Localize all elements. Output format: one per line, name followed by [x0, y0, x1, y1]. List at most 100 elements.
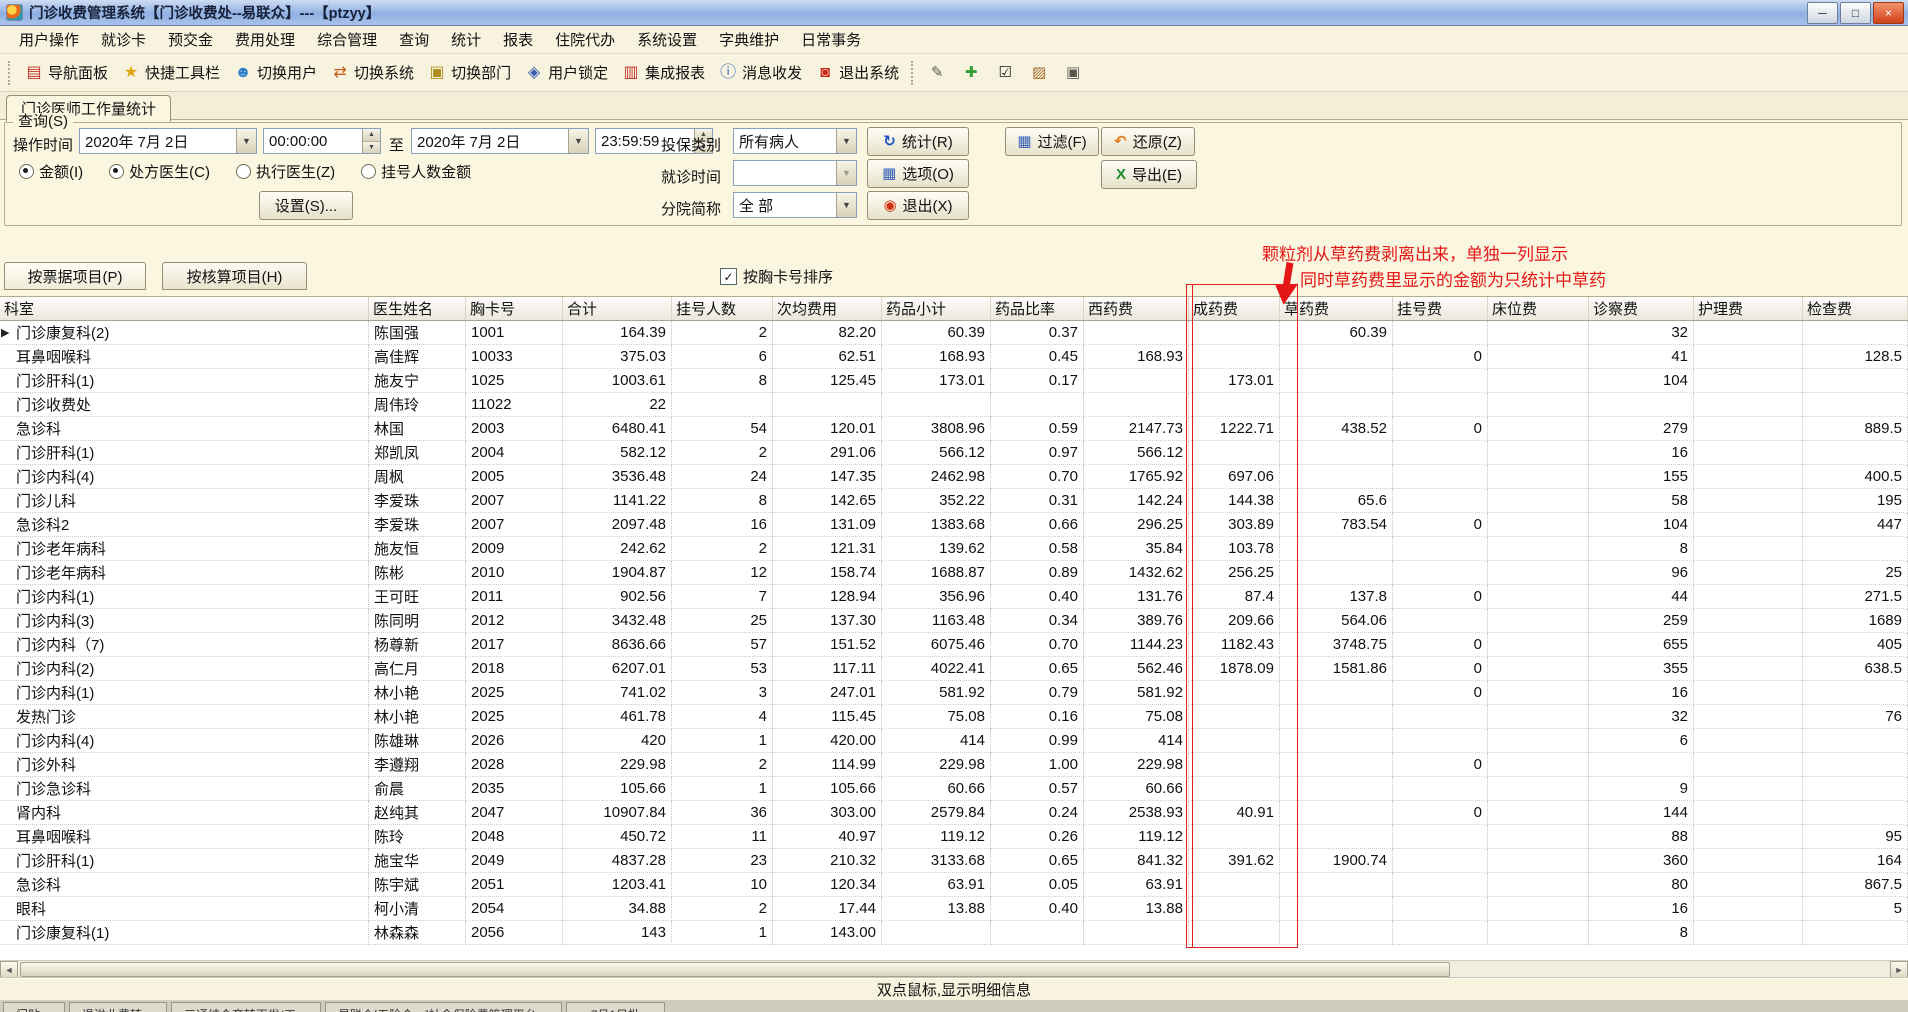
- toolbar-small-button[interactable]: ☑: [989, 60, 1021, 86]
- table-row[interactable]: 门诊急诊科 俞晨 2035 105.66 1 105.66 60.66 0.57 60.66 9: [0, 776, 1908, 801]
- table-row[interactable]: 门诊内科(1) 林小艳 2025 741.02 3 247.01 581.92 0.79 581…: [0, 680, 1908, 705]
- exit-button[interactable]: ◉ 退出(X): [867, 191, 969, 220]
- table-row[interactable]: 耳鼻咽喉科 陈玲 2048 450.72 11 40.97 119.12 0.26 119.12…: [0, 824, 1908, 849]
- taskbar-item[interactable]: 易联众[五险合一]社会保险费管理平台…: [325, 1002, 562, 1012]
- column-header-成药费[interactable]: 成药费: [1188, 297, 1280, 321]
- table-row[interactable]: 门诊内科(2) 高仁月 2018 6207.01 53 117.11 4022.41 0.65…: [0, 656, 1908, 681]
- column-header-科室[interactable]: 科室: [0, 297, 369, 321]
- dropdown-arrow-icon[interactable]: [836, 193, 856, 217]
- table-row[interactable]: 门诊康复科(1) 林森森 2056 143 1 143.00 8: [0, 920, 1908, 945]
- column-header-次均费用[interactable]: 次均费用: [772, 297, 882, 321]
- toolbar-button-集成报表[interactable]: ▥ 集成报表: [615, 58, 712, 87]
- toolbar-button-用户锁定[interactable]: ◈ 用户锁定: [518, 58, 615, 87]
- table-row[interactable]: 急诊科 陈宇斌 2051 1203.41 10 120.34 63.91 0.05 63.91 8…: [0, 872, 1908, 897]
- dropdown-arrow-icon[interactable]: [568, 129, 588, 153]
- table-row[interactable]: 门诊内科(4) 陈雄琳 2026 420 1 420.00 414 0.99 414 6: [0, 728, 1908, 753]
- column-header-医生姓名[interactable]: 医生姓名: [368, 297, 466, 321]
- table-row[interactable]: 门诊儿科 李爱珠 2007 1141.22 8 142.65 352.22 0.31 142.2…: [0, 488, 1908, 513]
- column-header-西药费[interactable]: 西药费: [1083, 297, 1189, 321]
- toolbar-small-button[interactable]: ✎: [921, 60, 953, 86]
- radio-执行医生(Z)[interactable]: 执行医生(Z): [236, 161, 335, 182]
- restore-button[interactable]: ↶ 还原(Z): [1101, 127, 1195, 156]
- table-row[interactable]: 门诊老年病科 施友恒 2009 242.62 2 121.31 139.62 0.58 35.8…: [0, 536, 1908, 561]
- table-row[interactable]: 急诊科2 李爱珠 2007 2097.48 16 131.09 1383.68 0.66 296…: [0, 512, 1908, 537]
- menu-item-日常事务[interactable]: 日常事务: [790, 25, 872, 54]
- menu-item-住院代办[interactable]: 住院代办: [544, 25, 626, 54]
- menu-item-预交金[interactable]: 预交金: [157, 25, 224, 54]
- table-row[interactable]: 门诊肝科(1) 施宝华 2049 4837.28 23 210.32 3133.68 0.65…: [0, 848, 1908, 873]
- h-scrollbar-thumb[interactable]: [20, 962, 1450, 977]
- time-from-spinner[interactable]: 00:00:00 ▲ ▼: [263, 128, 381, 154]
- date-to-picker[interactable]: 2020年 7月 2日: [411, 128, 589, 154]
- column-header-检查费[interactable]: 检查费: [1802, 297, 1908, 321]
- date-from-picker[interactable]: 2020年 7月 2日: [79, 128, 257, 154]
- toolbar-button-快捷工具栏[interactable]: ★ 快捷工具栏: [115, 58, 227, 87]
- radio-处方医生(C)[interactable]: 处方医生(C): [109, 161, 210, 182]
- table-row[interactable]: 门诊收费处 周伟玲 11022 22: [0, 392, 1908, 417]
- menu-item-就诊卡[interactable]: 就诊卡: [90, 25, 157, 54]
- table-row[interactable]: 门诊老年病科 陈彬 2010 1904.87 12 158.74 1688.87 0.89 14…: [0, 560, 1908, 585]
- table-row[interactable]: 耳鼻咽喉科 高佳辉 10033 375.03 6 62.51 168.93 0.45 168.9…: [0, 344, 1908, 369]
- table-row[interactable]: 发热门诊 林小艳 2025 461.78 4 115.45 75.08 0.16 75.08 32…: [0, 704, 1908, 729]
- taskbar-item[interactable]: 三通结合育转下发(工…: [171, 1002, 322, 1012]
- toolbar-button-切换部门[interactable]: ▣ 切换部门: [421, 58, 518, 87]
- table-row[interactable]: 门诊内科(3) 陈同明 2012 3432.48 25 137.30 1163.48 0.34…: [0, 608, 1908, 633]
- taskbar-item[interactable]: …7月1日批…: [565, 1002, 666, 1012]
- menu-item-系统设置[interactable]: 系统设置: [626, 25, 708, 54]
- column-header-胸卡号[interactable]: 胸卡号: [465, 297, 563, 321]
- column-header-挂号费[interactable]: 挂号费: [1392, 297, 1488, 321]
- options-button[interactable]: ▦ 选项(O): [867, 159, 969, 188]
- menu-item-费用处理[interactable]: 费用处理: [224, 25, 306, 54]
- visit-time-select[interactable]: [733, 160, 857, 186]
- tab-by-accounting-items[interactable]: 按核算项目(H): [162, 262, 307, 290]
- toolbar-button-切换用户[interactable]: ☻ 切换用户: [227, 58, 324, 87]
- insurance-type-select[interactable]: 所有病人: [733, 128, 857, 154]
- taskbar-item[interactable]: 退洪业费转…: [69, 1002, 168, 1012]
- toolbar-grip[interactable]: [8, 60, 13, 85]
- export-button[interactable]: X 导出(E): [1101, 160, 1197, 189]
- table-row[interactable]: 门诊内科(1) 王可旺 2011 902.56 7 128.94 356.96 0.40 131…: [0, 584, 1908, 609]
- toolbar-small-button[interactable]: ✚: [955, 60, 987, 86]
- column-header-床位费[interactable]: 床位费: [1487, 297, 1589, 321]
- column-header-药品小计[interactable]: 药品小计: [881, 297, 991, 321]
- table-row[interactable]: 门诊肝科(1) 施友宁 1025 1003.61 8 125.45 173.01 0.17 17…: [0, 368, 1908, 393]
- table-row[interactable]: 肾内科 赵纯其 2047 10907.84 36 303.00 2579.84 0.24 253…: [0, 800, 1908, 825]
- minimize-button[interactable]: ─: [1807, 1, 1838, 24]
- h-scrollbar[interactable]: ◄ ►: [0, 960, 1908, 978]
- toolbar-small-button[interactable]: ▨: [1023, 60, 1055, 86]
- maximize-button[interactable]: □: [1840, 1, 1871, 24]
- table-row[interactable]: 急诊科 林国 2003 6480.41 54 120.01 3808.96 0.59 2147.…: [0, 416, 1908, 441]
- column-header-诊察费[interactable]: 诊察费: [1588, 297, 1694, 321]
- dropdown-arrow-icon[interactable]: [236, 129, 256, 153]
- tab-by-invoice-items[interactable]: 按票据项目(P): [4, 262, 146, 290]
- radio-挂号人数金额[interactable]: 挂号人数金额: [361, 161, 471, 182]
- taskbar-item[interactable]: 门贴…: [3, 1002, 66, 1012]
- toolbar-grip-2[interactable]: [911, 60, 916, 85]
- toolbar-button-消息收发[interactable]: ⓘ 消息收发: [712, 58, 809, 87]
- branch-select[interactable]: 全 部: [733, 192, 857, 218]
- menu-item-报表[interactable]: 报表: [492, 25, 544, 54]
- scroll-left-button[interactable]: ◄: [0, 961, 18, 978]
- dropdown-arrow-icon[interactable]: [836, 129, 856, 153]
- menu-item-用户操作[interactable]: 用户操作: [8, 25, 90, 54]
- scroll-right-button[interactable]: ►: [1890, 961, 1908, 978]
- radio-金额(I)[interactable]: 金额(I): [19, 161, 83, 182]
- toolbar-button-导航面板[interactable]: ▤ 导航面板: [18, 58, 115, 87]
- table-row[interactable]: 门诊肝科(1) 郑凯凤 2004 582.12 2 291.06 566.12 0.97 566…: [0, 440, 1908, 465]
- close-button[interactable]: ×: [1873, 1, 1904, 24]
- menu-item-综合管理[interactable]: 综合管理: [306, 25, 388, 54]
- column-header-合计[interactable]: 合计: [562, 297, 672, 321]
- menu-item-字典维护[interactable]: 字典维护: [708, 25, 790, 54]
- spinner-arrows-icon[interactable]: ▲ ▼: [362, 129, 380, 153]
- table-row[interactable]: 门诊康复科(2)陈国强1001164.39282.2060.390.3760.3…: [0, 320, 1908, 345]
- stat-button[interactable]: ↻ 统计(R): [867, 127, 969, 156]
- table-row[interactable]: 门诊内科（7) 杨尊新 2017 8636.66 57 151.52 6075.46 0.70…: [0, 632, 1908, 657]
- filter-button[interactable]: ▦ 过滤(F): [1005, 127, 1099, 156]
- sort-by-card-checkbox[interactable]: ✓ 按胸卡号排序: [720, 266, 833, 287]
- toolbar-button-退出系统[interactable]: ◙ 退出系统: [809, 58, 906, 87]
- toolbar-small-button[interactable]: ▣: [1057, 60, 1089, 86]
- dropdown-arrow-icon[interactable]: [836, 161, 856, 185]
- table-row[interactable]: 门诊外科 李遵翔 2028 229.98 2 114.99 229.98 1.00 229.98…: [0, 752, 1908, 777]
- menu-item-查询[interactable]: 查询: [388, 25, 440, 54]
- table-row[interactable]: 眼科 柯小清 2054 34.88 2 17.44 13.88 0.40 13.88 16 5: [0, 896, 1908, 921]
